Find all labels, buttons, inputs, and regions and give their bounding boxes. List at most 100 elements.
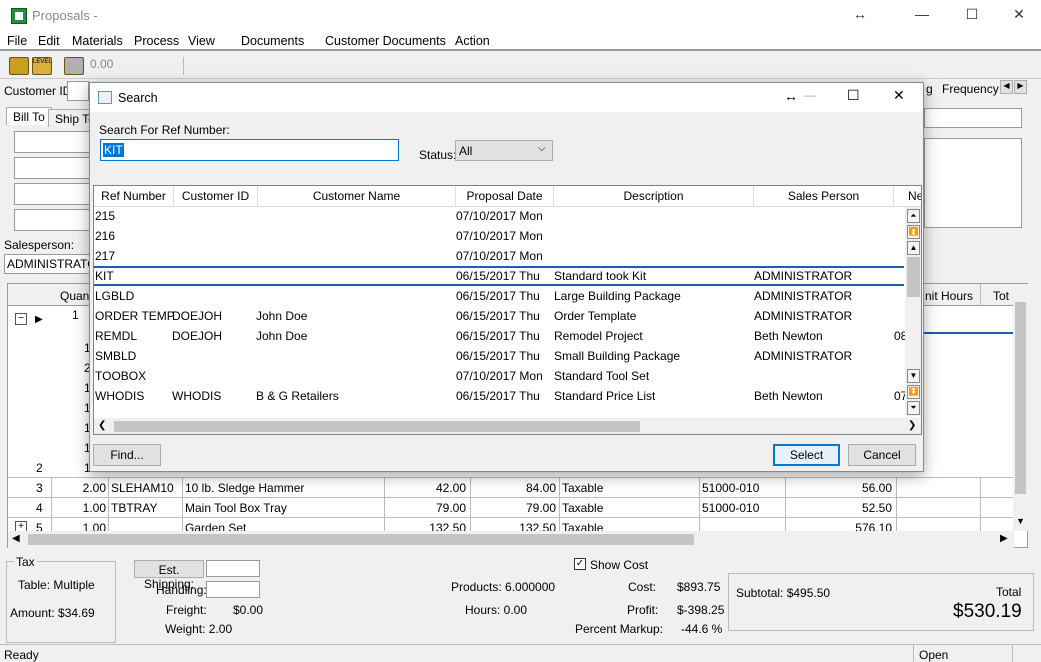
menu-file[interactable]: File: [7, 34, 27, 48]
list-item[interactable]: LGBLD 06/15/2017 Thu Large Building Pack…: [94, 286, 904, 306]
col-proposal-date[interactable]: Proposal Date: [456, 186, 554, 206]
list-item[interactable]: WHODIS WHODIS B & G Retailers 06/15/2017…: [94, 386, 907, 406]
row-ref: WHODIS: [95, 389, 145, 403]
col-total[interactable]: Tot: [993, 289, 1009, 303]
notes-field[interactable]: [924, 138, 1022, 228]
show-cost-checkbox[interactable]: ✓: [574, 558, 586, 570]
row-description: Order Template: [554, 309, 637, 323]
row-ref: 216: [95, 229, 116, 243]
app-icon: [11, 8, 27, 24]
row-sales-person: ADMINISTRATOR: [754, 309, 853, 323]
row-price: 79.00: [435, 501, 466, 515]
menu-customer-documents[interactable]: Customer Documents: [325, 34, 446, 48]
dialog-maximize-button[interactable]: ☐: [847, 87, 860, 104]
row-date: 06/15/2017 Thu: [456, 329, 540, 343]
list-item[interactable]: REMDL DOEJOH John Doe 06/15/2017 Thu Rem…: [94, 326, 907, 346]
table-row[interactable]: 4 1.00 TBTRAY Main Tool Box Tray 79.00 7…: [8, 498, 1014, 518]
grid-vscroll-thumb[interactable]: [1015, 302, 1026, 494]
maximize-button[interactable]: ☐: [962, 6, 982, 23]
col-customer-name[interactable]: Customer Name: [258, 186, 456, 206]
menu-edit[interactable]: Edit: [38, 34, 60, 48]
dialog-window-icon: [98, 91, 112, 104]
customer-id-field[interactable]: [67, 81, 89, 101]
row-qty: 1.00: [82, 501, 106, 515]
grid-scroll-right-icon[interactable]: ▶: [1000, 533, 1008, 544]
menu-view[interactable]: View: [188, 34, 215, 48]
col-description[interactable]: Description: [554, 186, 754, 206]
right-top-field[interactable]: [924, 108, 1022, 128]
est-shipping-button[interactable]: Est. Shipping:: [134, 560, 204, 591]
menu-materials[interactable]: Materials: [72, 34, 123, 48]
row-ref: TOOBOX: [95, 369, 147, 383]
list-scroll-right-icon[interactable]: ❯: [908, 420, 916, 431]
list-vscroll-thumb[interactable]: [907, 257, 920, 297]
list-item[interactable]: 215 07/10/2017 Mon: [94, 206, 904, 226]
col-unit-hours[interactable]: nit Hours: [925, 289, 973, 303]
collapse-icon[interactable]: −: [15, 313, 27, 325]
list-item[interactable]: SMBLD 06/15/2017 Thu Small Building Pack…: [94, 346, 904, 366]
row-customer-id: DOEJOH: [172, 309, 223, 323]
grid-scroll-left-icon[interactable]: ◀: [12, 533, 20, 544]
status-dropdown[interactable]: All ⌵: [455, 140, 553, 161]
row-description: Main Tool Box Tray: [185, 501, 287, 515]
tax-group: [6, 561, 116, 643]
bill-to-line-4[interactable]: [14, 209, 90, 231]
tab-scroll-right-button[interactable]: ▶: [1014, 80, 1027, 94]
col-ne[interactable]: Ne: [894, 186, 921, 206]
col-quantity[interactable]: Quant: [60, 289, 93, 303]
salesperson-label: Salesperson:: [4, 238, 75, 252]
list-item[interactable]: ORDER TEMP DOEJOH John Doe 06/15/2017 Th…: [94, 306, 904, 326]
table-row[interactable]: 3 2.00 SLEHAM10 10 lb. Sledge Hammer 42.…: [8, 478, 1014, 498]
list-hscroll-thumb[interactable]: [114, 421, 640, 432]
bill-to-line-3[interactable]: [14, 183, 90, 205]
tab-scroll-left-button[interactable]: ◀: [1000, 80, 1013, 94]
scroll-page-up-icon[interactable]: ⏫: [907, 225, 920, 239]
list-vertical-scrollbar[interactable]: ⏶ ⏫ ▲ ▼ ⏬ ⏷: [905, 207, 921, 416]
cancel-button[interactable]: Cancel: [848, 444, 916, 466]
row-customer-name: John Doe: [256, 329, 308, 343]
list-item-selected[interactable]: KIT 06/15/2017 Thu Standard took Kit ADM…: [94, 266, 904, 286]
col-customer-id[interactable]: Customer ID: [174, 186, 258, 206]
level-icon[interactable]: LEVEL: [32, 57, 52, 75]
scroll-page-down-icon[interactable]: ⏬: [907, 385, 920, 399]
handling-field[interactable]: [206, 581, 260, 598]
markup-value: -44.6 %: [681, 622, 723, 636]
eraser-icon[interactable]: [9, 57, 29, 75]
list-item[interactable]: TOOBOX 07/10/2017 Mon Standard Tool Set: [94, 366, 904, 386]
list-item[interactable]: 216 07/10/2017 Mon: [94, 226, 904, 246]
scroll-down-icon[interactable]: ▼: [907, 369, 920, 383]
dialog-minimize-button[interactable]: —: [804, 88, 816, 102]
est-shipping-field[interactable]: [206, 560, 260, 577]
menu-process[interactable]: Process: [134, 34, 179, 48]
search-dialog: Search ↔ — ☐ ✕ Search For Ref Number: KI…: [89, 82, 924, 472]
minimize-button[interactable]: —: [912, 6, 932, 22]
select-button[interactable]: Select: [773, 444, 840, 466]
menu-documents[interactable]: Documents: [241, 34, 304, 48]
menu-action[interactable]: Action: [455, 34, 490, 48]
scroll-up-icon[interactable]: ▲: [907, 241, 920, 255]
col-ref-number[interactable]: Ref Number: [94, 186, 174, 206]
percent-icon[interactable]: [64, 57, 84, 75]
list-scroll-left-icon[interactable]: ❮: [98, 420, 106, 431]
bill-to-line-2[interactable]: [14, 157, 90, 179]
list-horizontal-scrollbar[interactable]: ❮ ❯: [94, 418, 921, 434]
tax-table: Table: Multiple: [18, 578, 95, 592]
find-button[interactable]: Find...: [93, 444, 161, 466]
grid-vertical-scrollbar[interactable]: ▼: [1013, 284, 1028, 531]
row-date: 06/15/2017 Thu: [456, 309, 540, 323]
grid-scroll-down-icon[interactable]: ▼: [1016, 516, 1025, 526]
scroll-top-icon[interactable]: ⏶: [907, 209, 920, 223]
scroll-bottom-icon[interactable]: ⏷: [907, 401, 920, 415]
close-button[interactable]: ✕: [1009, 6, 1029, 23]
grid-hscroll-thumb[interactable]: [28, 534, 694, 545]
search-input[interactable]: KIT: [100, 139, 399, 161]
dialog-close-button[interactable]: ✕: [893, 87, 905, 104]
tab-bill-to[interactable]: Bill To: [6, 107, 52, 125]
hours: Hours: 0.00: [465, 603, 528, 617]
col-sales-person[interactable]: Sales Person: [754, 186, 894, 206]
salesperson-field[interactable]: ADMINISTRATO: [4, 254, 90, 274]
row-ref: SMBLD: [95, 349, 137, 363]
list-item[interactable]: 217 07/10/2017 Mon: [94, 246, 904, 266]
grid-horizontal-scrollbar[interactable]: ◀ ▶: [8, 531, 1014, 548]
bill-to-line-1[interactable]: [14, 131, 90, 153]
